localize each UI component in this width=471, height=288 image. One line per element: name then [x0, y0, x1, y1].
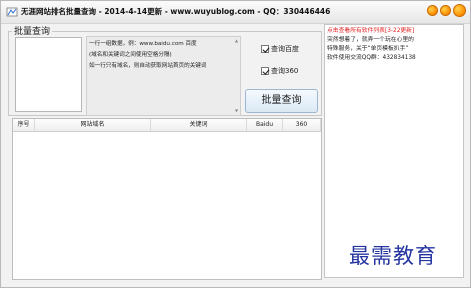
- scroll-up-icon[interactable]: ▲: [235, 38, 238, 43]
- help-scrollbar[interactable]: ▲ ▼: [235, 38, 239, 114]
- close-button[interactable]: [453, 4, 466, 17]
- scroll-down-icon[interactable]: ▼: [235, 108, 238, 113]
- minimize-button[interactable]: [427, 5, 438, 16]
- batch-query-button[interactable]: 批量查询: [245, 89, 318, 113]
- help-line: (域名和关键词之间使用空格分隔): [89, 52, 172, 58]
- checkbox-checked-icon[interactable]: [261, 67, 269, 75]
- info-line: 软件使用交流QQ群：432834138: [327, 55, 416, 61]
- column-header-keyword[interactable]: 关键词: [151, 119, 247, 131]
- checkbox-checked-icon[interactable]: [261, 45, 269, 53]
- maximize-button[interactable]: [440, 5, 451, 16]
- help-line: 一行一组数据，例：www.baidu.com 百度: [89, 41, 197, 47]
- window-title: 无涯网站排名批量查询 - 2014-4-14更新 - www.wuyublog.…: [21, 7, 331, 16]
- table-header: 序号 网站域名 关键词 Baidu 360: [13, 119, 321, 132]
- baidu-checkbox[interactable]: 查询百度: [261, 44, 299, 54]
- software-list-link[interactable]: 点击查看所有软件列表[3-22更新]: [327, 27, 461, 36]
- column-header-index[interactable]: 序号: [13, 119, 35, 131]
- column-header-domain[interactable]: 网站域名: [35, 119, 151, 131]
- column-header-baidu[interactable]: Baidu: [247, 119, 283, 131]
- app-icon: [6, 7, 18, 17]
- checkbox-label: 查询百度: [271, 45, 299, 53]
- info-line: 特殊服务，关于“单页模板扒手”: [327, 46, 409, 52]
- domain-input-textarea[interactable]: [15, 37, 82, 112]
- group-title: 批量查询: [12, 24, 53, 37]
- watermark-text: 最需教育: [349, 244, 437, 268]
- help-text-box: 一行一组数据，例：www.baidu.com 百度 (域名和关键词之间使用空格分…: [86, 36, 241, 116]
- 360-checkbox[interactable]: 查询360: [261, 66, 298, 76]
- column-header-360[interactable]: 360: [283, 119, 321, 131]
- title-bar: 无涯网站排名批量查询 - 2014-4-14更新 - www.wuyublog.…: [1, 1, 470, 24]
- results-table[interactable]: 序号 网站域名 关键词 Baidu 360: [12, 118, 322, 280]
- info-line: 突然想着了，就弄一个玩在心里的: [327, 37, 414, 43]
- help-line: 如一行只有域名，则自动获取网站首页的关键词: [89, 63, 207, 69]
- checkbox-label: 查询360: [271, 67, 299, 75]
